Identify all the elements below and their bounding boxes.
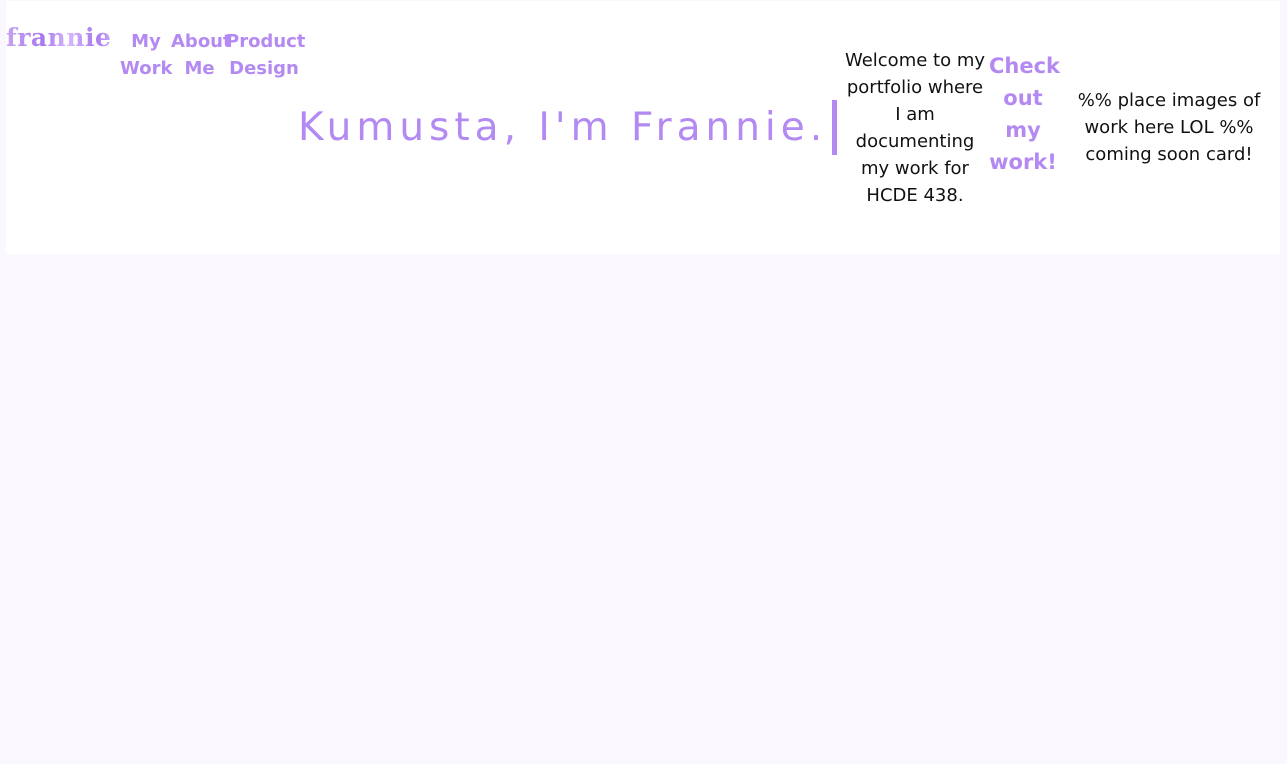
typing-cursor (832, 100, 837, 155)
welcome-text: Welcome to my portfolio where I am docum… (844, 50, 986, 206)
portfolio-page: frannie My Work About Me Product Design … (0, 0, 1287, 764)
check-out-work-link[interactable]: Check out my work! (989, 50, 1060, 178)
work-placeholder-card: %% place images of work here LOL %% comi… (1077, 90, 1261, 165)
site-logo[interactable]: frannie (6, 22, 111, 54)
nav-link-about-me[interactable]: About Me (171, 28, 232, 82)
nav-link-my-work[interactable]: My Work (120, 28, 172, 82)
hero-title: Kumusta, I'm Frannie. (298, 105, 828, 150)
nav-link-product-design[interactable]: Product Design (226, 28, 305, 82)
